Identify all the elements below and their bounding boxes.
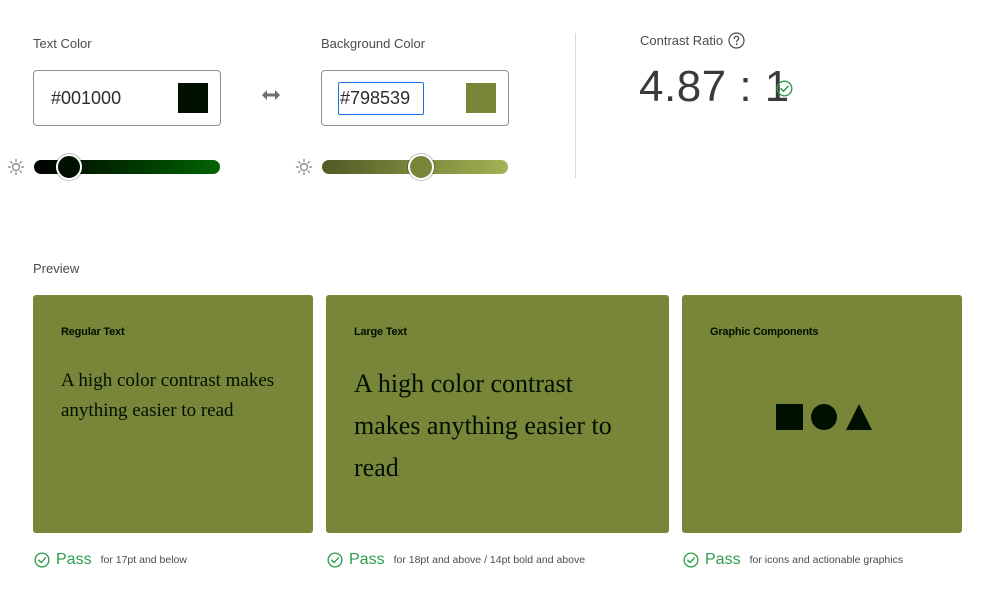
text-color-label: Text Color [33, 36, 92, 51]
check-circle-icon [776, 80, 793, 97]
large-text-sample: A high color contrast makes anything eas… [354, 369, 612, 482]
background-brightness-slider-thumb[interactable] [407, 154, 434, 180]
check-circle-icon [327, 552, 343, 568]
background-color-hex-input[interactable] [338, 82, 424, 115]
swap-arrows-icon[interactable] [260, 86, 282, 104]
pass-description: for 17pt and below [100, 554, 187, 566]
sun-icon [295, 158, 313, 176]
card-title: Regular Text [61, 326, 125, 338]
vertical-divider [575, 33, 576, 178]
background-color-field[interactable] [321, 70, 509, 126]
text-brightness-slider-thumb[interactable] [56, 154, 83, 180]
question-circle-icon[interactable] [728, 32, 745, 49]
sun-icon [7, 158, 25, 176]
check-circle-icon [34, 552, 50, 568]
square-shape [776, 404, 803, 430]
check-circle-icon [683, 552, 699, 568]
pass-label: Pass [349, 551, 385, 568]
circle-shape [811, 404, 837, 430]
regular-text-pass-status: Pass for 17pt and below [34, 550, 187, 570]
regular-text-preview-card: Regular Text A high color contrast makes… [33, 295, 313, 533]
text-color-hex[interactable]: #001000 [51, 88, 121, 109]
contrast-ratio-label: Contrast Ratio [640, 33, 724, 48]
pass-label: Pass [705, 551, 741, 568]
large-text-pass-status: Pass for 18pt and above / 14pt bold and … [327, 550, 585, 570]
large-text-preview-card: Large Text A high color contrast makes a… [326, 295, 669, 533]
preview-label: Preview [33, 261, 80, 276]
graphic-components-pass-status: Pass for icons and actionable graphics [683, 550, 903, 570]
text-color-swatch[interactable] [178, 83, 208, 113]
regular-text-sample: A high color contrast makes anything eas… [61, 370, 275, 421]
card-title: Large Text [354, 326, 407, 338]
pass-description: for icons and actionable graphics [749, 554, 904, 566]
pass-description: for 18pt and above / 14pt bold and above [393, 554, 586, 566]
triangle-shape [846, 404, 872, 430]
contrast-ratio-value: 4.87 : 1 [639, 62, 790, 111]
graphic-components-preview-card: Graphic Components [682, 295, 962, 533]
background-color-swatch[interactable] [466, 83, 496, 113]
text-color-field[interactable]: #001000 [33, 70, 221, 126]
graphic-shapes [776, 404, 872, 430]
card-title: Graphic Components [710, 326, 819, 338]
background-color-label: Background Color [321, 36, 426, 51]
pass-label: Pass [56, 551, 92, 568]
